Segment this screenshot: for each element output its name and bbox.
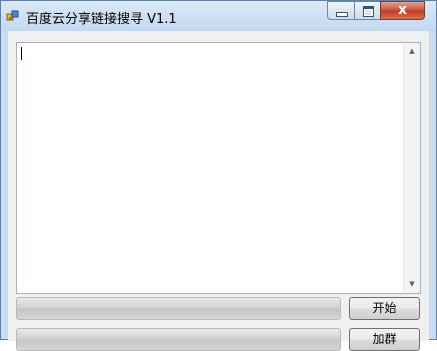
start-button[interactable]: 开始 (349, 297, 420, 320)
main-window: 百度云分享链接搜寻 V1.1 x ▲ ▼ 开始 加群 (0, 0, 437, 351)
text-caret (21, 47, 22, 60)
progress-bar-1 (16, 297, 341, 320)
app-icon (6, 10, 19, 21)
arrow-down-icon[interactable]: ▼ (404, 276, 420, 293)
vertical-scrollbar[interactable]: ▲ ▼ (403, 43, 420, 293)
close-icon: x (397, 2, 408, 18)
minimize-button[interactable] (327, 1, 355, 20)
minimize-icon (336, 12, 348, 17)
client-area: ▲ ▼ 开始 加群 (8, 31, 429, 351)
output-textbox[interactable]: ▲ ▼ (16, 42, 421, 294)
maximize-icon (363, 6, 374, 17)
close-button[interactable]: x (380, 1, 425, 20)
title-bar[interactable]: 百度云分享链接搜寻 V1.1 x (1, 1, 436, 31)
window-title: 百度云分享链接搜寻 V1.1 (26, 12, 177, 27)
maximize-button[interactable] (354, 1, 381, 20)
arrow-up-icon[interactable]: ▲ (404, 43, 420, 60)
